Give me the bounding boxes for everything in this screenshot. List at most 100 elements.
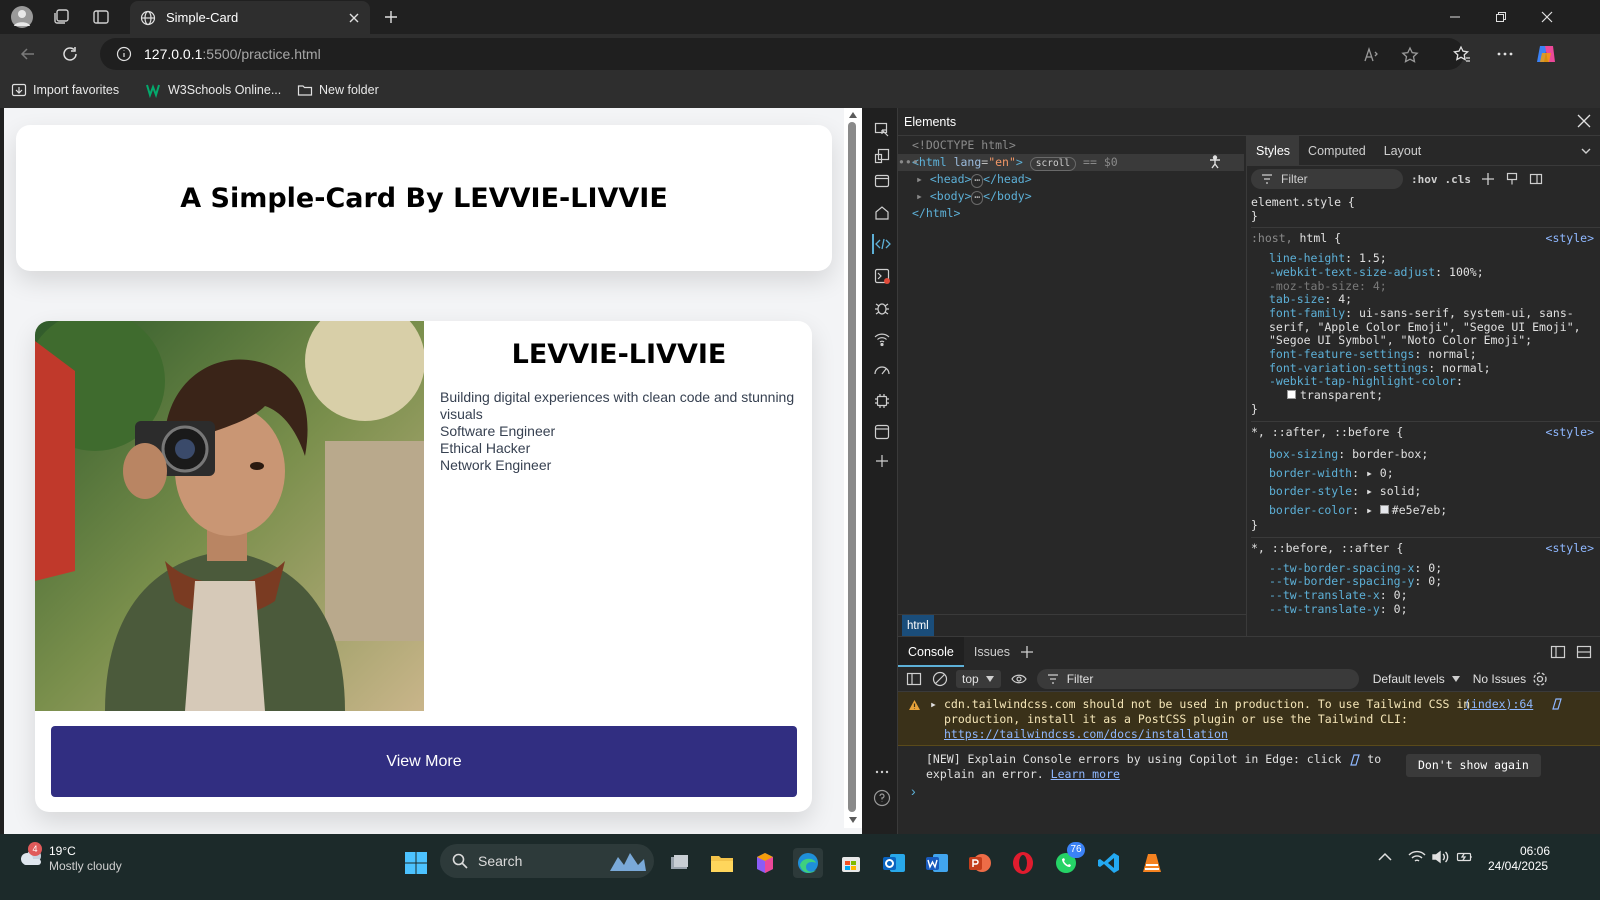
accessibility-icon[interactable] — [1208, 155, 1222, 169]
paint-icon[interactable] — [1505, 172, 1519, 186]
style-source-link[interactable]: <style> — [1546, 232, 1594, 246]
close-tab-icon[interactable] — [348, 12, 360, 24]
styles-filter-input[interactable]: Filter — [1251, 169, 1403, 189]
clock-time[interactable]: 06:06 — [1520, 844, 1550, 858]
console-tool-icon[interactable] — [872, 266, 892, 286]
taskbar-search[interactable]: Search — [440, 844, 654, 878]
fav-import-favorites[interactable]: Import favorites — [11, 82, 119, 98]
memory-chip-icon[interactable] — [872, 391, 892, 411]
hov-toggle[interactable]: :hov — [1411, 173, 1438, 186]
tab-layout[interactable]: Layout — [1375, 136, 1431, 166]
view-more-button[interactable]: View More — [51, 726, 797, 797]
live-expression-eye-icon[interactable] — [1010, 673, 1027, 685]
console-settings-gear-icon[interactable] — [1532, 671, 1548, 687]
console-filter-input[interactable]: Filter — [1036, 668, 1359, 689]
favorites-icon[interactable] — [1451, 43, 1473, 65]
info-line-1: [NEW] Explain Console errors by using Co… — [926, 752, 1342, 766]
word-icon[interactable] — [922, 848, 952, 878]
help-icon[interactable] — [872, 788, 892, 808]
breadcrumb-html[interactable]: html — [902, 615, 934, 637]
battery-charging-icon[interactable] — [1456, 850, 1474, 864]
profile-avatar[interactable] — [11, 6, 33, 28]
console-sidebar-icon[interactable] — [906, 672, 922, 686]
devtools-more-icon[interactable] — [872, 762, 892, 782]
close-window-button[interactable] — [1524, 0, 1570, 34]
vscode-icon[interactable] — [1094, 848, 1124, 878]
tab-styles[interactable]: Styles — [1247, 136, 1300, 166]
dom-node-body[interactable]: ▸ <body> ⋯ </body> — [916, 188, 1032, 205]
issues-count[interactable]: No Issues — [1473, 672, 1526, 686]
scrollbar-thumb[interactable] — [848, 122, 856, 812]
powerpoint-icon[interactable] — [965, 848, 995, 878]
welcome-icon[interactable] — [872, 171, 892, 191]
close-devtools-icon[interactable] — [1576, 113, 1592, 129]
weather-cloud-icon[interactable]: 4 — [18, 842, 44, 870]
file-explorer-icon[interactable] — [707, 848, 737, 878]
clear-console-icon[interactable] — [932, 671, 948, 687]
add-drawer-tab-icon[interactable] — [1020, 645, 1034, 659]
performance-icon[interactable] — [872, 360, 892, 380]
store-icon[interactable] — [836, 848, 866, 878]
favorite-star-icon[interactable] — [1399, 44, 1421, 66]
dont-show-again-button[interactable]: Don't show again — [1406, 754, 1541, 777]
more-menu-icon[interactable] — [1494, 43, 1516, 65]
refresh-button[interactable] — [58, 42, 82, 66]
debugger-bug-icon[interactable] — [872, 298, 892, 318]
tab-issues[interactable]: Issues — [964, 637, 1020, 667]
new-rule-plus-icon[interactable] — [1481, 172, 1495, 186]
device-emulation-icon[interactable] — [872, 146, 892, 166]
site-info-icon[interactable] — [116, 46, 132, 62]
color-app-icon[interactable] — [750, 848, 780, 878]
elements-tool-icon[interactable] — [872, 234, 892, 254]
clock-date[interactable]: 24/04/2025 — [1488, 859, 1548, 873]
address-bar[interactable]: 127.0.0.1:5500/practice.html — [100, 38, 1464, 70]
wifi-icon[interactable] — [1408, 850, 1426, 864]
scroll-badge[interactable]: scroll — [1029, 157, 1077, 171]
style-source-link[interactable]: <style> — [1546, 541, 1594, 556]
tailwind-docs-link[interactable]: https://tailwindcss.com/docs/installatio… — [944, 727, 1228, 742]
page-scrollbar[interactable] — [844, 108, 862, 828]
dock-icon[interactable] — [1550, 645, 1566, 659]
edge-browser-icon[interactable] — [793, 848, 823, 878]
back-button[interactable] — [16, 42, 40, 66]
volume-icon[interactable] — [1432, 850, 1450, 864]
windows-start-icon[interactable] — [401, 848, 431, 878]
tray-chevron-up-icon[interactable] — [1378, 852, 1392, 862]
application-icon[interactable] — [872, 422, 892, 442]
home-icon[interactable] — [872, 203, 892, 223]
network-wifi-icon[interactable] — [872, 329, 892, 349]
chevron-down-icon[interactable] — [1580, 145, 1592, 157]
inspect-element-icon[interactable] — [872, 120, 892, 140]
opera-icon[interactable] — [1008, 848, 1038, 878]
dom-node-head[interactable]: ▸ <head> ⋯ </head> — [916, 171, 1032, 188]
toggle-sidebar-icon[interactable] — [1529, 172, 1543, 186]
fav-w3schools[interactable]: W3Schools Online... — [146, 82, 281, 98]
vlc-icon[interactable] — [1137, 848, 1167, 878]
context-select[interactable]: top — [956, 669, 1001, 688]
restore-button[interactable] — [1478, 0, 1524, 34]
more-tools-plus-icon[interactable] — [872, 451, 892, 471]
cls-toggle[interactable]: .cls — [1445, 173, 1472, 186]
source-location-link[interactable]: (index):64 — [1464, 697, 1533, 712]
whatsapp-icon[interactable]: 76 — [1051, 842, 1085, 878]
tab-actions-icon[interactable] — [91, 7, 111, 27]
learn-more-link[interactable]: Learn more — [1051, 767, 1120, 781]
task-view-icon[interactable] — [664, 848, 694, 878]
new-tab-button[interactable] — [380, 6, 402, 28]
copilot-icon[interactable] — [1535, 43, 1557, 65]
log-levels-select[interactable]: Default levels — [1373, 672, 1445, 686]
drawer-layout-icon[interactable] — [1576, 645, 1592, 659]
copilot-explain-icon[interactable] — [1550, 698, 1562, 710]
workspaces-icon[interactable] — [51, 7, 71, 27]
minimize-button[interactable] — [1432, 0, 1478, 34]
outlook-icon[interactable] — [879, 848, 909, 878]
tab-computed[interactable]: Computed — [1299, 136, 1375, 166]
fav-label: New folder — [319, 83, 379, 97]
read-aloud-icon[interactable] — [1360, 44, 1382, 66]
browser-tab[interactable]: Simple-Card — [130, 1, 370, 34]
console-prompt-chevron[interactable]: › — [911, 783, 916, 799]
style-source-link[interactable]: <style> — [1546, 425, 1594, 440]
fav-new-folder[interactable]: New folder — [297, 82, 379, 98]
dom-node-html[interactable]: ••• <html lang="en"> scroll == $0 — [898, 154, 1244, 171]
tab-console[interactable]: Console — [898, 636, 964, 667]
